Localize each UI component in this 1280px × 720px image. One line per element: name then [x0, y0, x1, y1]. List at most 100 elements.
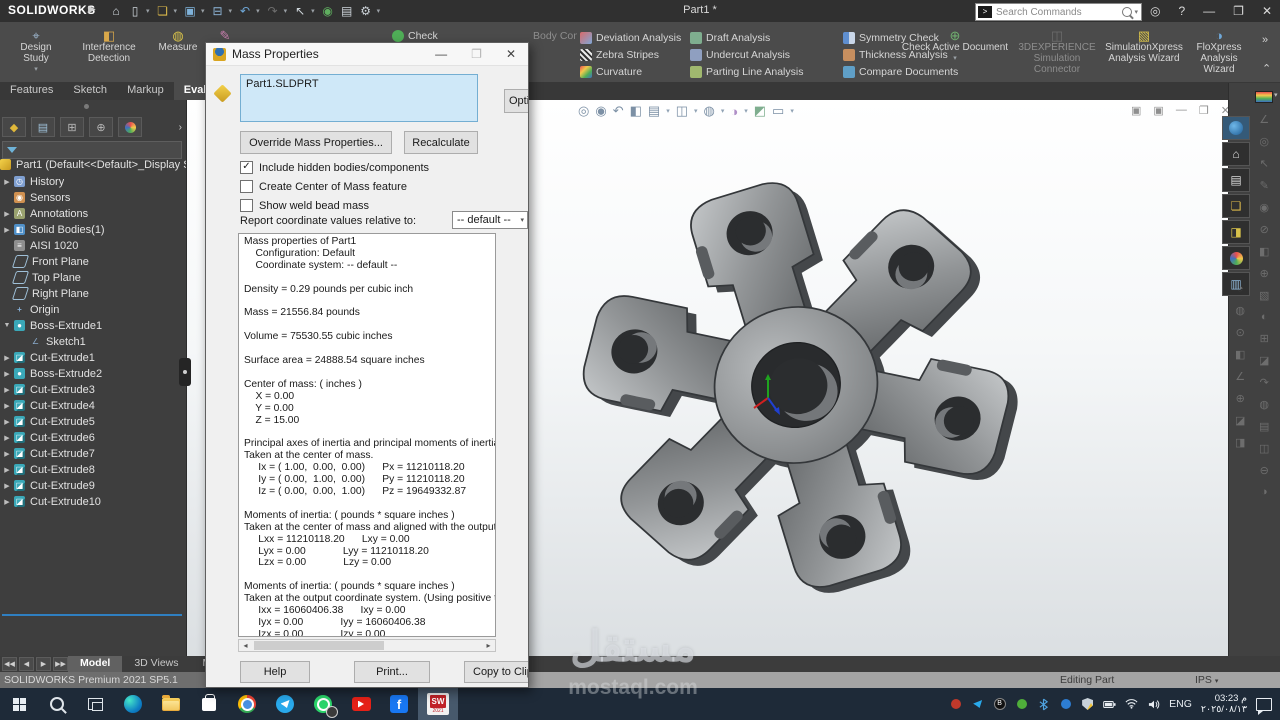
display-manager-icon[interactable] — [118, 117, 142, 137]
recalculate-button[interactable]: Recalculate — [404, 131, 478, 154]
search-commands-box[interactable]: > Search Commands ▾ — [975, 3, 1142, 21]
tree-item-cut-extrude4[interactable]: ▶◪Cut-Extrude4 — [0, 398, 186, 413]
tab-markup[interactable]: Markup — [117, 82, 174, 100]
mass-properties-results[interactable]: Mass properties of Part1 Configuration: … — [238, 233, 496, 637]
dialog-close-button[interactable]: ✕ — [506, 47, 516, 61]
scrollbar-thumb[interactable] — [254, 641, 384, 650]
deviation-analysis-button[interactable]: Deviation Analysis — [580, 32, 681, 44]
scroll-left-icon[interactable]: ◂ — [239, 641, 252, 650]
panel-drag-handle[interactable] — [84, 104, 89, 109]
microsoft-store-button[interactable] — [190, 688, 228, 720]
doc-cascade-icon[interactable]: ▣ — [1131, 104, 1141, 117]
doc-minimize-button[interactable]: — — [1176, 104, 1187, 117]
undercut-analysis-button[interactable]: Undercut Analysis — [690, 49, 790, 61]
checkbox-icon[interactable] — [240, 180, 253, 193]
expand-icon[interactable]: ▶ — [0, 370, 14, 378]
tree-item-cut-extrude8[interactable]: ▶◪Cut-Extrude8 — [0, 462, 186, 477]
defender-shield-icon[interactable] — [1081, 698, 1094, 711]
ribbon-collapse-icon[interactable]: ⌃ — [1262, 62, 1271, 75]
hide-show-dropdown-icon[interactable]: ▾ — [744, 107, 748, 115]
results-horizontal-scrollbar[interactable]: ◂ ▸ — [238, 639, 496, 652]
search-input[interactable]: Search Commands — [996, 7, 1082, 18]
select-dropdown-icon[interactable]: ▾ — [311, 7, 315, 15]
user-account-icon[interactable]: ◎ — [1150, 4, 1160, 18]
save-icon[interactable]: ▣ — [182, 4, 198, 18]
tree-item-solid-bodies[interactable]: ▶◧Solid Bodies(1) — [0, 222, 186, 237]
create-com-feature-checkbox[interactable]: Create Center of Mass feature — [240, 180, 407, 193]
design-library-tab[interactable]: ▤ — [1222, 168, 1250, 192]
youtube-button[interactable] — [342, 688, 380, 720]
expand-icon[interactable]: ▶ — [0, 386, 14, 394]
last-tab-icon[interactable]: ▶▶ — [53, 657, 68, 671]
tree-item-cut-extrude5[interactable]: ▶◪Cut-Extrude5 — [0, 414, 186, 429]
design-study-button[interactable]: ⌖ Design Study ▾ — [8, 30, 64, 75]
tree-item-cut-extrude3[interactable]: ▶◪Cut-Extrude3 — [0, 382, 186, 397]
solidworks-taskbar-button[interactable]: SW2021 — [418, 688, 458, 720]
tree-item-boss-extrude2[interactable]: ▶●Boss-Extrude2 — [0, 366, 186, 381]
tree-item-cut-extrude6[interactable]: ▶◪Cut-Extrude6 — [0, 430, 186, 445]
tree-item-boss-extrude1[interactable]: ▼●Boss-Extrude1 — [0, 318, 186, 333]
tree-item-cut-extrude10[interactable]: ▶◪Cut-Extrude10 — [0, 494, 186, 509]
tree-item-cut-extrude1[interactable]: ▶◪Cut-Extrude1 — [0, 350, 186, 365]
tree-toolbar-expand-icon[interactable]: › — [179, 122, 182, 133]
battery-icon[interactable] — [1103, 698, 1116, 711]
scene-dropdown-icon[interactable]: ▾ — [790, 107, 794, 115]
options-gear-icon[interactable]: ⚙ — [358, 4, 374, 18]
expand-icon[interactable]: ▶ — [0, 210, 14, 218]
panel-splitter-handle[interactable] — [179, 358, 191, 386]
zoom-area-icon[interactable]: ◉ — [595, 103, 606, 119]
gpu-tray-icon[interactable] — [949, 698, 962, 711]
include-hidden-checkbox[interactable]: ✓ Include hidden bodies/components — [240, 161, 429, 174]
property-manager-icon[interactable]: ▤ — [31, 117, 55, 137]
telegram-tray-icon[interactable] — [971, 698, 984, 711]
show-weld-bead-checkbox[interactable]: Show weld bead mass — [240, 199, 369, 212]
first-tab-icon[interactable]: ◀◀ — [2, 657, 17, 671]
previous-view-icon[interactable]: ↶ — [613, 103, 624, 119]
rebuild-icon[interactable]: ◉ — [320, 4, 336, 18]
view-palette-tab[interactable]: ◨ — [1222, 220, 1250, 244]
file-explorer-tab[interactable]: ❏ — [1222, 194, 1250, 218]
compare-documents-button[interactable]: Compare Documents — [843, 66, 958, 78]
hide-show-items-icon[interactable]: ◑ — [730, 104, 738, 119]
check-button[interactable]: Check — [392, 30, 438, 42]
rollback-bar[interactable] — [2, 614, 182, 616]
restore-button[interactable]: ❐ — [1233, 4, 1244, 18]
telegram-button[interactable] — [266, 688, 304, 720]
doc-tile-icon[interactable]: ▣ — [1153, 104, 1163, 117]
clock[interactable]: 03:23 م ٢٠٢٥/٠٨/١٣ — [1201, 693, 1247, 715]
print-button[interactable]: Print... — [354, 661, 430, 683]
tab-model[interactable]: Model — [68, 656, 122, 672]
redo-icon[interactable]: ↷ — [265, 4, 281, 18]
new-document-icon[interactable]: ▯ — [127, 4, 143, 18]
help-icon[interactable]: ? — [1178, 4, 1185, 18]
zebra-stripes-button[interactable]: Zebra Stripes — [580, 49, 659, 61]
close-button[interactable]: ✕ — [1262, 4, 1272, 18]
tree-item-history[interactable]: ▶◷History — [0, 174, 186, 189]
selection-list[interactable]: Part1.SLDPRT — [240, 74, 478, 122]
home-icon[interactable]: ⌂ — [108, 4, 124, 18]
help-button[interactable]: Help — [240, 661, 310, 683]
open-icon[interactable]: ❏ — [155, 4, 171, 18]
view-orientation-icon[interactable]: ◫ — [676, 103, 688, 119]
prev-tab-icon[interactable]: ◀ — [19, 657, 34, 671]
print-dropdown-icon[interactable]: ▾ — [229, 7, 233, 15]
file-properties-icon[interactable]: ▤ — [339, 4, 355, 18]
tree-item-front-plane[interactable]: Front Plane — [0, 254, 186, 269]
whatsapp-button[interactable] — [304, 688, 342, 720]
override-mass-properties-button[interactable]: Override Mass Properties... — [240, 131, 392, 154]
select-icon[interactable]: ↖ — [292, 4, 308, 18]
dynamic-annotation-icon[interactable]: ▤ — [648, 103, 660, 119]
ribbon-overflow-icon[interactable]: » — [1262, 34, 1268, 46]
language-indicator[interactable]: ENG — [1169, 698, 1192, 710]
minimize-button[interactable]: — — [1203, 4, 1215, 18]
floxpress-button[interactable]: ◑ FloXpressAnalysis Wizard — [1186, 30, 1252, 75]
tree-item-origin[interactable]: +Origin — [0, 302, 186, 317]
tree-item-material[interactable]: ≡AISI 1020 — [0, 238, 186, 253]
b-app-tray-icon[interactable]: B — [993, 698, 1006, 711]
display-style-dropdown-icon[interactable]: ▾ — [721, 107, 725, 115]
display-style-icon[interactable]: ◍ — [704, 103, 715, 119]
tree-item-sensors[interactable]: ◉Sensors — [0, 190, 186, 205]
file-explorer-button[interactable] — [152, 688, 190, 720]
tab-features[interactable]: Features — [0, 82, 63, 100]
chrome-button[interactable] — [228, 688, 266, 720]
